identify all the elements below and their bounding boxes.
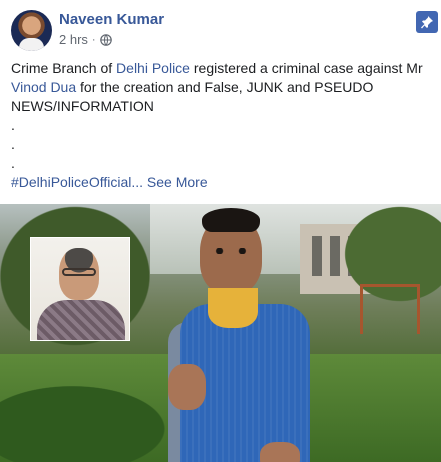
globe-icon[interactable] — [99, 33, 112, 46]
speaker-hand — [168, 364, 206, 410]
dot-line: . — [11, 136, 15, 152]
video-swing — [360, 284, 420, 334]
inset-photo — [30, 237, 130, 341]
link-delhi-police[interactable]: Delhi Police — [116, 60, 190, 76]
post-video[interactable] — [0, 204, 441, 462]
dot-line: . — [11, 117, 15, 133]
video-speaker — [150, 204, 360, 462]
inset-glasses — [62, 268, 96, 276]
see-more-label: See More — [146, 174, 208, 190]
dot-line: . — [11, 155, 15, 171]
see-more-link[interactable]: See More — [143, 174, 208, 190]
post-timestamp[interactable]: 2 hrs — [59, 32, 88, 47]
speaker-hand — [260, 442, 300, 462]
post-body: Crime Branch of Delhi Police registered … — [11, 59, 431, 192]
pin-icon[interactable] — [416, 11, 438, 33]
ellipsis: ... — [131, 174, 144, 190]
post-text-part: registered a criminal case against Mr — [189, 60, 423, 76]
link-vinod-dua[interactable]: Vinod Dua — [11, 79, 76, 95]
hashtag-link[interactable]: #DelhiPoliceOfficial — [11, 174, 131, 190]
author-avatar[interactable] — [11, 10, 52, 51]
speaker-eyes — [212, 248, 250, 254]
speaker-hair — [202, 208, 260, 232]
speaker-mask — [208, 288, 258, 328]
meta-separator: · — [91, 33, 96, 46]
inset-shirt — [37, 300, 125, 340]
post-text-part: Crime Branch of — [11, 60, 117, 76]
hashtag-line: #DelhiPoliceOfficial... See More — [11, 173, 431, 192]
post-meta: 2 hrs · — [59, 32, 112, 47]
author-name[interactable]: Naveen Kumar — [59, 11, 164, 28]
post-header: Naveen Kumar 2 hrs · — [0, 0, 441, 58]
